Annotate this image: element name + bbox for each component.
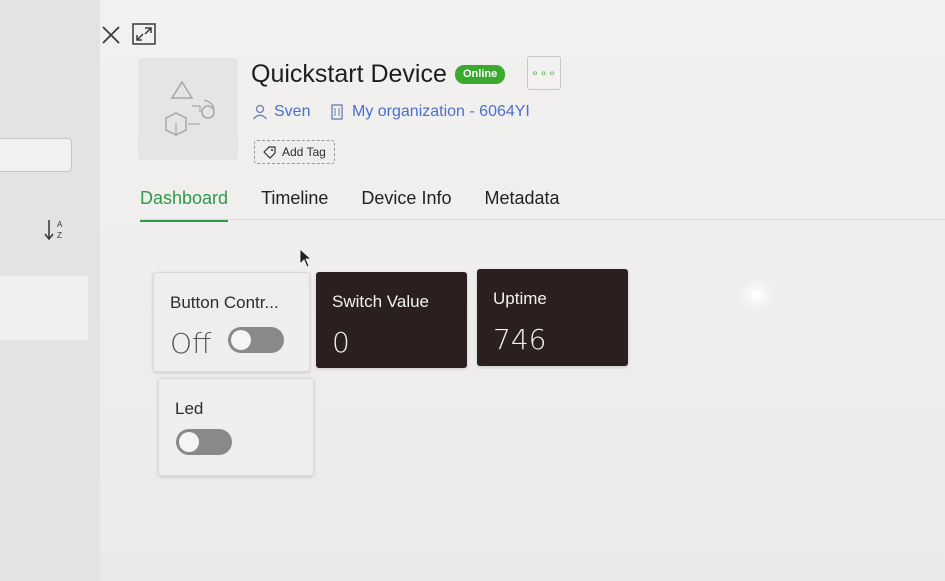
led-toggle[interactable]	[176, 429, 232, 455]
switch-value-widget: Switch Value 0	[316, 272, 467, 368]
widget-value: 0	[332, 326, 350, 359]
sort-az-icon[interactable]: A Z	[42, 216, 70, 244]
uptime-widget: Uptime 746	[477, 269, 628, 366]
widget-title: Button Contr...	[170, 293, 279, 312]
led-widget: Led	[158, 378, 314, 476]
more-icon: ∘∘∘	[531, 66, 557, 80]
search-input[interactable]	[0, 138, 72, 172]
widget-title: Led	[175, 399, 204, 418]
tab-metadata[interactable]: Metadata	[484, 188, 559, 222]
tab-timeline[interactable]: Timeline	[261, 188, 328, 222]
left-panel: A Z	[0, 0, 101, 581]
status-badge: Online	[455, 65, 506, 84]
more-options-button[interactable]: ∘∘∘	[527, 56, 561, 90]
widget-value: Off	[170, 327, 212, 360]
add-tag-button[interactable]: Add Tag	[254, 140, 335, 164]
tag-icon	[263, 146, 276, 159]
toggle-knob	[231, 330, 251, 350]
add-tag-label: Add Tag	[282, 145, 326, 159]
widget-title: Uptime	[493, 289, 547, 308]
tab-bar: Dashboard Timeline Device Info Metadata	[140, 188, 593, 222]
expand-icon[interactable]	[131, 22, 157, 46]
button-control-widget: Button Contr... Off	[153, 272, 310, 372]
owner-name: Sven	[274, 103, 311, 120]
toggle-knob	[179, 432, 199, 452]
tab-divider	[140, 219, 945, 220]
widget-title: Switch Value	[332, 292, 430, 311]
device-list-item[interactable]	[0, 276, 88, 340]
button-control-toggle[interactable]	[228, 327, 284, 353]
organization-name: My organization - 6064YI	[352, 103, 530, 120]
tab-device-info[interactable]: Device Info	[361, 188, 451, 222]
tab-dashboard[interactable]: Dashboard	[140, 188, 229, 222]
organization-link[interactable]: My organization - 6064YI	[330, 103, 530, 121]
device-image	[138, 58, 238, 160]
user-icon	[253, 104, 267, 120]
close-icon[interactable]	[100, 24, 122, 46]
mouse-cursor-icon	[299, 248, 313, 268]
owner-link[interactable]: Sven	[252, 103, 310, 121]
widget-value: 746	[493, 323, 547, 356]
svg-text:Z: Z	[57, 231, 62, 240]
device-title: Quickstart Device	[251, 60, 447, 88]
device-placeholder-icon	[165, 80, 215, 136]
screen-glare	[752, 290, 762, 300]
svg-text:A: A	[57, 220, 63, 229]
building-icon	[331, 104, 343, 120]
